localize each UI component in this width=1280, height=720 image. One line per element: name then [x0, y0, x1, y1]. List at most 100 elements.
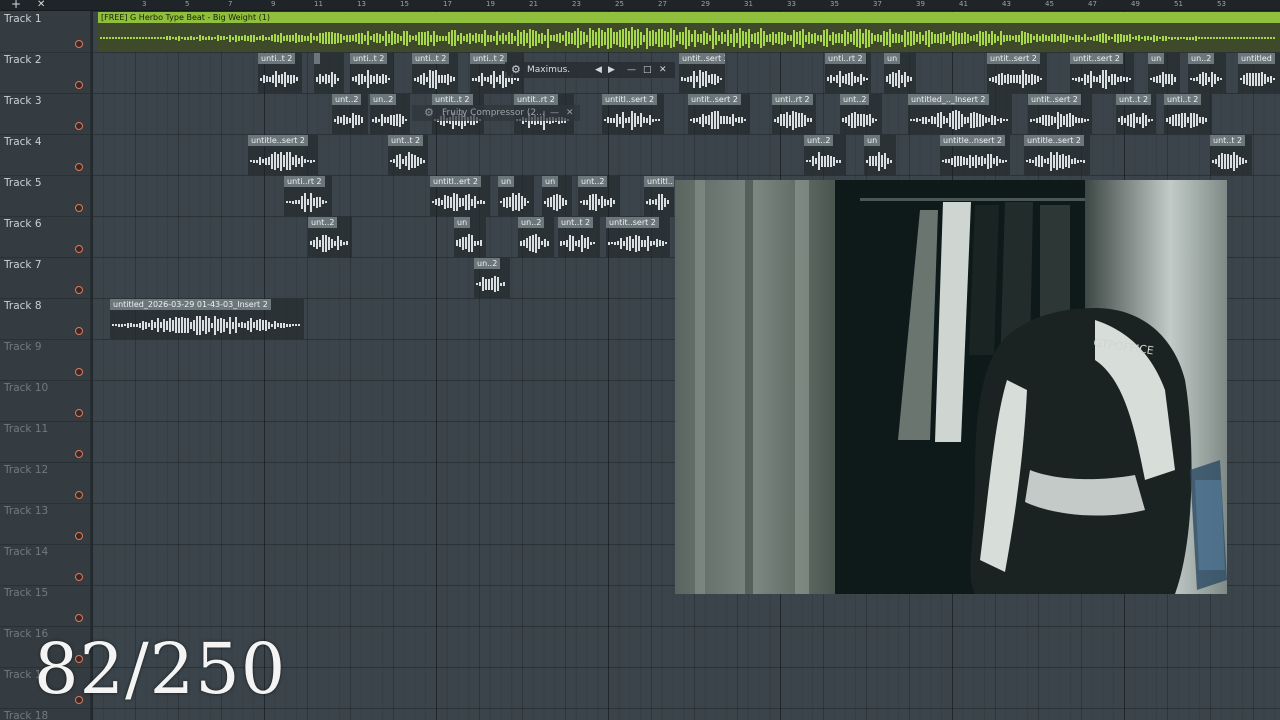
close-window-icon[interactable]: ✕ [659, 62, 667, 78]
track-header[interactable]: Track 6 [0, 216, 90, 258]
audio-clip[interactable]: unti..t 2 [258, 53, 302, 93]
audio-clip[interactable]: unti..rt 2 [825, 53, 871, 93]
main-beat-clip[interactable]: [FREE] G Herbo Type Beat - Big Weight (1… [98, 12, 1280, 52]
audio-clip[interactable]: unt..2 [308, 217, 352, 257]
audio-clip[interactable]: untitl..sert 2 [602, 94, 664, 134]
waveform [334, 107, 366, 133]
track-header[interactable]: Track 13 [0, 503, 90, 545]
track-mute-dot-icon[interactable] [75, 122, 83, 130]
track-header[interactable]: Track 14 [0, 544, 90, 586]
minimize-icon[interactable]: — [627, 62, 636, 78]
audio-clip[interactable]: un..2 [1188, 53, 1226, 93]
audio-clip[interactable]: un [542, 176, 572, 216]
clip-title: unti..t 2 [470, 53, 508, 64]
minimize-icon[interactable]: — [550, 105, 559, 121]
audio-clip[interactable]: unti..t 2 [350, 53, 394, 93]
track-mute-dot-icon[interactable] [75, 614, 83, 622]
audio-clip[interactable]: un..2 [518, 217, 554, 257]
audio-clip[interactable]: unti..rt 2 [284, 176, 332, 216]
audio-clip[interactable]: unti..rt 2 [772, 94, 816, 134]
timeline-ruler[interactable]: + ✕ 3 5 7 9 11 13 15 17 19 21 23 25 27 29 31 33 35 37 39 41… [0, 0, 1280, 11]
track-mute-dot-icon[interactable] [75, 409, 83, 417]
audio-clip[interactable]: unt..t 2 [558, 217, 600, 257]
audio-clip[interactable]: unt..t 2 [1116, 94, 1156, 134]
fruity-compressor-window[interactable]: ⚙ Fruity Compressor (2... — ✕ [412, 105, 580, 121]
audio-clip[interactable]: unt..2 [332, 94, 368, 134]
audio-clip[interactable]: unt..2 [804, 135, 846, 175]
track-mute-dot-icon[interactable] [75, 40, 83, 48]
audio-clip[interactable]: unt..t 2 [1210, 135, 1252, 175]
audio-clip[interactable]: untit..sert 2 [1070, 53, 1134, 93]
track-label: Track 2 [4, 54, 42, 66]
audio-clip[interactable]: un..2 [474, 258, 510, 298]
audio-clip[interactable]: untit..sert 2 [679, 53, 725, 93]
track-mute-dot-icon[interactable] [75, 491, 83, 499]
audio-clip[interactable]: unti..t 2 [1164, 94, 1212, 134]
track-header[interactable]: Track 10 [0, 380, 90, 422]
audio-clip[interactable]: untitled_2026-03-29 01-43-03_Insert 2 [110, 299, 304, 339]
track-header[interactable]: Track 5 [0, 175, 90, 217]
waveform [942, 148, 1008, 174]
audio-clip[interactable]: untit..sert 2 [688, 94, 750, 134]
clip-title: untit..t 2 [432, 94, 473, 105]
ruler-bar-number: 9 [271, 0, 276, 8]
ruler-bar-number: 35 [830, 0, 839, 8]
track-header[interactable]: Track 11 [0, 421, 90, 463]
track-header[interactable]: Track 9 [0, 339, 90, 381]
audio-clip[interactable]: unt..2 [578, 176, 620, 216]
track-mute-dot-icon[interactable] [75, 204, 83, 212]
audio-clip[interactable]: unt..t 2 [388, 135, 428, 175]
track-header[interactable]: Track 2 [0, 52, 90, 94]
audio-clip[interactable]: un..2 [370, 94, 410, 134]
track-header[interactable]: Track 12 [0, 462, 90, 504]
next-arrow-icon[interactable]: ▶ [608, 62, 615, 78]
prev-arrow-icon[interactable]: ◀ [595, 62, 602, 78]
audio-clip[interactable]: un [884, 53, 916, 93]
track-mute-dot-icon[interactable] [75, 81, 83, 89]
audio-clip[interactable]: unt..2 [840, 94, 882, 134]
track-mute-dot-icon[interactable] [75, 368, 83, 376]
track-header[interactable]: Track 15 [0, 585, 90, 627]
audio-clip[interactable]: untit..sert 2 [987, 53, 1047, 93]
audio-clip[interactable]: un [498, 176, 534, 216]
track-mute-dot-icon[interactable] [75, 573, 83, 581]
track-mute-dot-icon[interactable] [75, 286, 83, 294]
waveform [316, 66, 342, 92]
track-header[interactable]: Track 7 [0, 257, 90, 299]
audio-clip[interactable]: untit..sert 2 [1028, 94, 1092, 134]
audio-clip[interactable]: un [864, 135, 896, 175]
track-mute-dot-icon[interactable] [75, 163, 83, 171]
audio-clip[interactable]: untitle..sert 2 [1024, 135, 1090, 175]
gear-icon[interactable]: ⚙ [511, 62, 521, 78]
audio-clip[interactable]: untit..sert 2 [606, 217, 670, 257]
track-header[interactable]: Track 4 [0, 134, 90, 176]
track-mute-dot-icon[interactable] [75, 450, 83, 458]
audio-clip[interactable]: un [1148, 53, 1180, 93]
track-mute-dot-icon[interactable] [75, 327, 83, 335]
audio-clip[interactable]: untitle..sert 2 [248, 135, 318, 175]
audio-clip[interactable]: untitled_.._Insert 2 [908, 94, 1012, 134]
clip-title: unt..2 [308, 217, 338, 228]
close-icon[interactable]: ✕ [37, 0, 45, 11]
track-label: Track 4 [4, 136, 42, 148]
audio-clip[interactable]: un [454, 217, 486, 257]
track-header[interactable]: Track 1 [0, 11, 90, 53]
audio-clip[interactable]: unti..t 2 [412, 53, 458, 93]
maximus-plugin-window[interactable]: ⚙ Maximus. ◀ ▶ — □ ✕ [505, 62, 675, 78]
audio-clip[interactable]: untitled [1238, 53, 1280, 93]
add-icon[interactable]: + [11, 0, 21, 10]
audio-clip[interactable] [314, 53, 344, 93]
close-window-icon[interactable]: ✕ [566, 105, 574, 121]
audio-clip[interactable]: untitle..nsert 2 [940, 135, 1010, 175]
clip-title: unt..t 2 [1210, 135, 1246, 146]
gear-icon[interactable]: ⚙ [424, 105, 434, 121]
audio-clip[interactable]: untitl..ert 2 [430, 176, 490, 216]
track-label: Track 13 [4, 505, 49, 517]
track-header[interactable]: Track 8 [0, 298, 90, 340]
audio-clip[interactable]: untitl... [644, 176, 674, 216]
track-mute-dot-icon[interactable] [75, 245, 83, 253]
track-label: Track 11 [4, 423, 49, 435]
track-header[interactable]: Track 3 [0, 93, 90, 135]
track-mute-dot-icon[interactable] [75, 532, 83, 540]
maximize-icon[interactable]: □ [643, 62, 652, 78]
